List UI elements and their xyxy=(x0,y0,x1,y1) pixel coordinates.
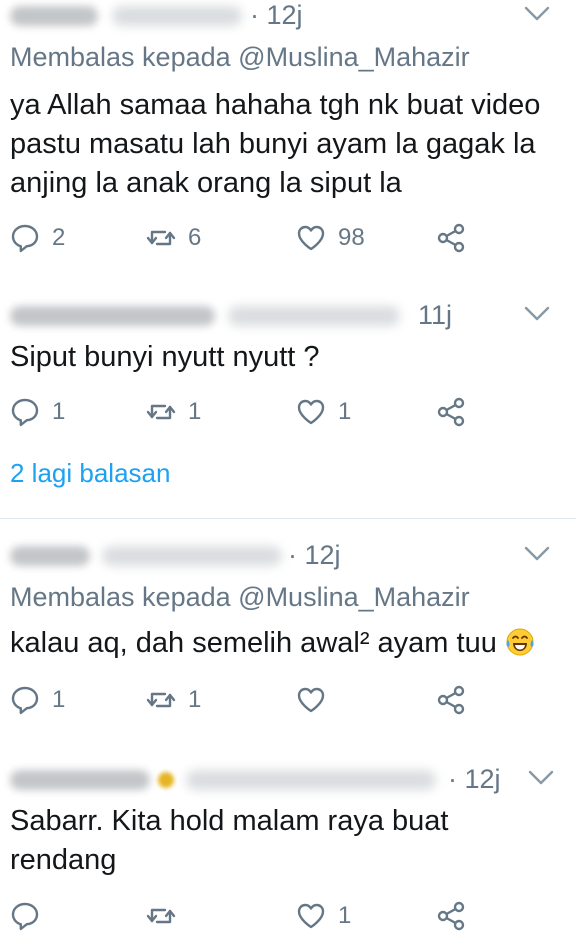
share-icon xyxy=(436,901,466,931)
reply-button[interactable] xyxy=(10,896,52,936)
timestamp[interactable]: · 12j xyxy=(250,0,303,31)
tweet-text-line: Sabarr. Kita hold malam raya buat xyxy=(10,805,449,837)
reply-icon xyxy=(10,901,40,931)
retweet-icon xyxy=(146,223,176,253)
timestamp[interactable]: · 12j xyxy=(288,540,341,571)
chevron-down-icon[interactable] xyxy=(522,4,552,24)
share-icon xyxy=(436,223,466,253)
retweet-count: 1 xyxy=(188,398,202,425)
replying-to-label: Membalas kepada xyxy=(10,42,231,72)
share-button[interactable] xyxy=(436,392,466,432)
reply-icon xyxy=(10,397,40,427)
chevron-down-icon[interactable] xyxy=(522,544,552,564)
heart-icon xyxy=(296,223,326,253)
reply-button[interactable]: 1 xyxy=(10,392,65,432)
tweet-actions: 1 xyxy=(0,896,576,936)
avatar-badge-blurred xyxy=(158,772,174,788)
reply-icon xyxy=(10,223,40,253)
heart-icon xyxy=(296,685,326,715)
retweet-icon xyxy=(146,901,176,931)
author-name-blurred[interactable] xyxy=(10,546,90,566)
tweet-text-line: kalau aq, dah semelih awal² ayam tuu xyxy=(10,624,550,663)
reply-count: 1 xyxy=(52,686,66,713)
tweet-text-line: ya Allah samaa hahaha tgh nk buat video xyxy=(10,89,541,121)
like-button[interactable]: 1 xyxy=(296,896,351,936)
share-button[interactable] xyxy=(436,680,466,720)
replying-to-label: Membalas kepada xyxy=(10,582,231,612)
replying-to-handle[interactable]: @Muslina_Mahazir xyxy=(238,42,470,72)
replying-to: Membalas kepada @Muslina_Mahazir xyxy=(10,42,470,73)
share-icon xyxy=(436,397,466,427)
timestamp[interactable]: · 12j xyxy=(448,764,501,795)
tweet-text: Sabarr. Kita hold malam raya buat rendan… xyxy=(10,802,550,880)
reply-button[interactable]: 2 xyxy=(10,218,65,258)
replying-to-handle[interactable]: @Muslina_Mahazir xyxy=(238,582,470,612)
author-name-blurred[interactable] xyxy=(10,770,150,790)
tweet-text-line: anjing la anak orang la siput la xyxy=(10,167,402,199)
author-handle-blurred[interactable] xyxy=(186,770,436,790)
tweet-actions: 1 1 xyxy=(0,680,576,720)
heart-icon xyxy=(296,901,326,931)
tweet-text-line: rendang xyxy=(10,844,117,876)
author-name-blurred[interactable] xyxy=(10,306,215,326)
author-handle-blurred[interactable] xyxy=(228,306,400,326)
tweet-text: ya Allah samaa hahaha tgh nk buat video … xyxy=(10,86,550,203)
tweet-text-line: pastu masatu lah bunyi ayam la gagak la xyxy=(10,128,536,160)
tweet-header: 11j xyxy=(0,300,576,340)
like-count: 1 xyxy=(338,902,352,929)
reply-icon xyxy=(10,685,40,715)
timestamp[interactable]: 11j xyxy=(418,300,452,331)
reply-count: 1 xyxy=(52,398,66,425)
tweet-text-line: Siput bunyi nyutt nyutt ? xyxy=(10,341,320,373)
retweet-count: 1 xyxy=(188,686,202,713)
author-name-blurred[interactable] xyxy=(10,6,98,26)
author-handle-blurred[interactable] xyxy=(102,546,282,566)
retweet-button[interactable]: 1 xyxy=(146,680,201,720)
tweet-actions: 1 1 1 xyxy=(0,392,576,432)
tweet-header: · 12j xyxy=(0,764,576,804)
author-handle-blurred[interactable] xyxy=(112,6,242,26)
tweet-header: · 12j xyxy=(0,0,576,40)
like-button[interactable] xyxy=(296,680,338,720)
like-button[interactable]: 98 xyxy=(296,218,365,258)
heart-icon xyxy=(296,397,326,427)
reply-button[interactable]: 1 xyxy=(10,680,65,720)
retweet-count: 6 xyxy=(188,224,202,251)
chevron-down-icon[interactable] xyxy=(522,304,552,324)
share-button[interactable] xyxy=(436,218,466,258)
show-more-replies-link[interactable]: 2 lagi balasan xyxy=(10,458,170,489)
tweet-text: kalau aq, dah semelih awal² ayam tuu xyxy=(10,624,550,663)
tweet-text: Siput bunyi nyutt nyutt ? xyxy=(10,338,550,377)
retweet-button[interactable] xyxy=(146,896,188,936)
tweet-actions: 2 6 98 xyxy=(0,218,576,258)
like-count: 98 xyxy=(338,224,365,251)
retweet-icon xyxy=(146,397,176,427)
retweet-button[interactable]: 1 xyxy=(146,392,201,432)
share-button[interactable] xyxy=(436,896,466,936)
like-button[interactable]: 1 xyxy=(296,392,351,432)
like-count: 1 xyxy=(338,398,352,425)
divider xyxy=(0,518,576,519)
tears-of-joy-emoji xyxy=(506,628,534,656)
share-icon xyxy=(436,685,466,715)
replying-to: Membalas kepada @Muslina_Mahazir xyxy=(10,582,470,613)
retweet-icon xyxy=(146,685,176,715)
tweet-header: · 12j xyxy=(0,540,576,580)
retweet-button[interactable]: 6 xyxy=(146,218,201,258)
chevron-down-icon[interactable] xyxy=(526,768,556,788)
tweet-text-content: kalau aq, dah semelih awal² ayam tuu xyxy=(10,627,497,659)
reply-count: 2 xyxy=(52,224,66,251)
